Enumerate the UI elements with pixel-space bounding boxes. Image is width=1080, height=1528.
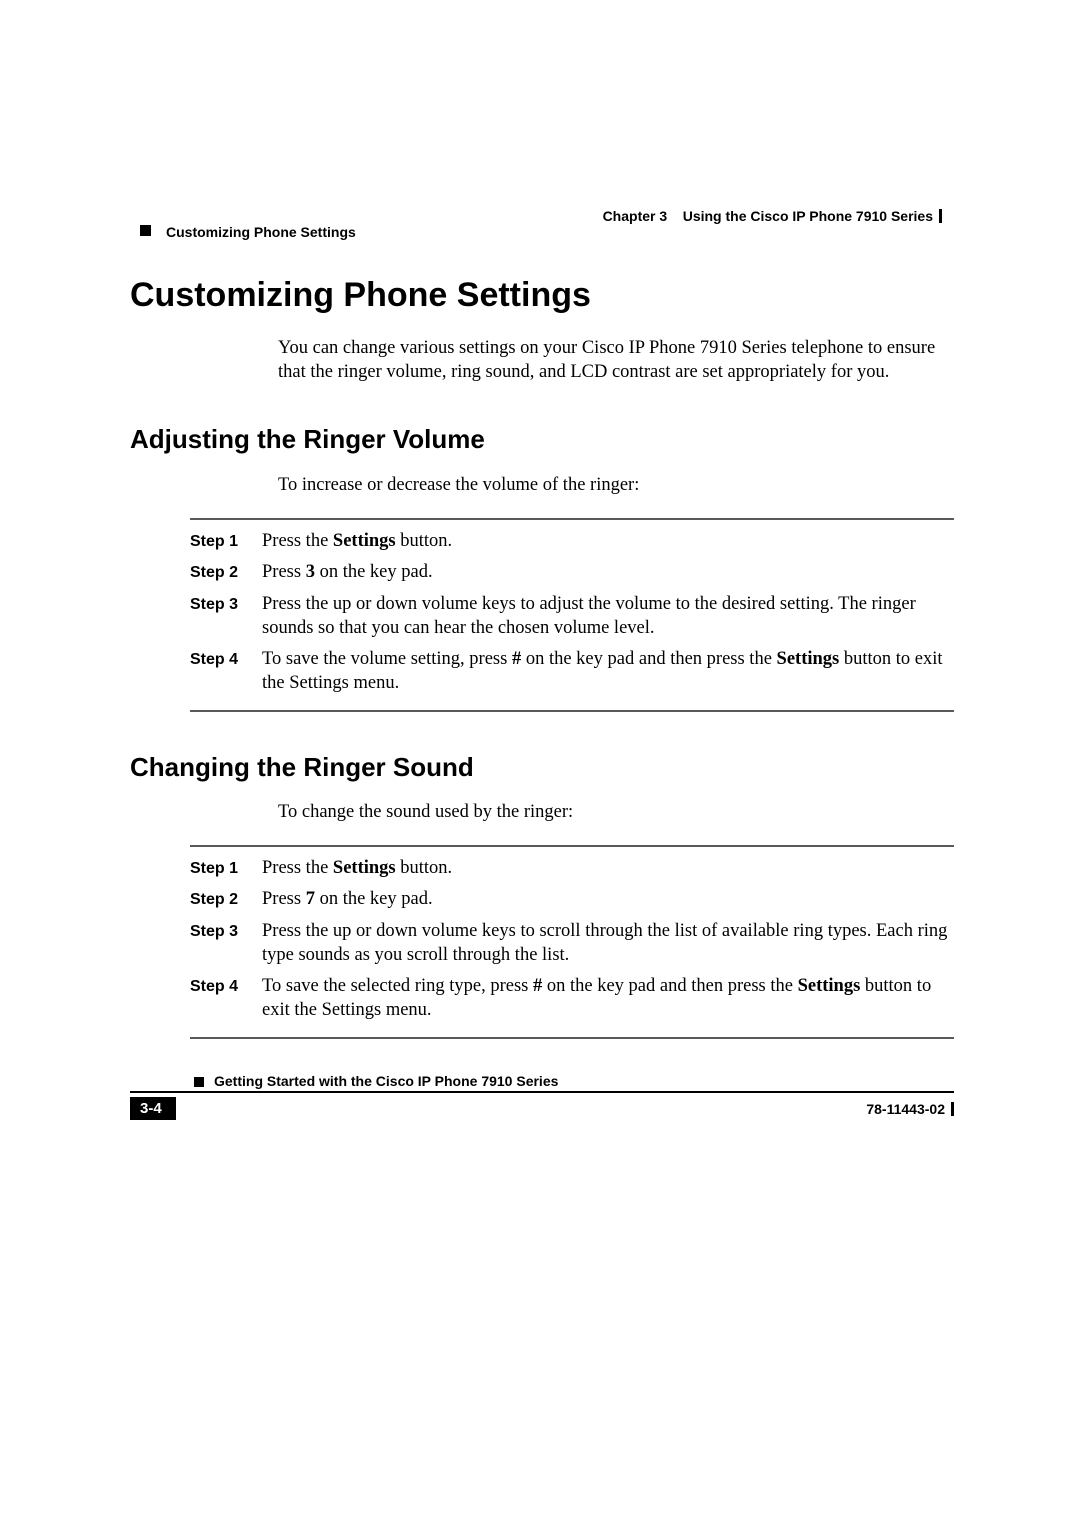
step-label: Step 2 <box>190 888 262 910</box>
step-text: To save the selected ring type, press # … <box>262 975 954 1022</box>
step-row: Step 3 Press the up or down volume keys … <box>190 920 954 967</box>
step-row: Step 3 Press the up or down volume keys … <box>190 593 954 640</box>
step-label: Step 1 <box>190 857 262 879</box>
rule-top <box>190 845 954 847</box>
square-bullet-icon <box>140 225 151 236</box>
footer-bar-icon <box>951 1102 954 1116</box>
content-area: Customizing Phone Settings You can chang… <box>130 276 954 1039</box>
document-page: Chapter 3 Using the Cisco IP Phone 7910 … <box>0 0 1080 1528</box>
section-lead: To increase or decrease the volume of th… <box>278 474 954 498</box>
step-row: Step 1 Press the Settings button. <box>190 857 954 881</box>
step-text: To save the volume setting, press # on t… <box>262 648 954 695</box>
header-bar-icon <box>939 209 942 223</box>
step-label: Step 3 <box>190 593 262 615</box>
page-number: 3-4 <box>130 1097 176 1120</box>
step-row: Step 4 To save the selected ring type, p… <box>190 975 954 1022</box>
step-row: Step 1 Press the Settings button. <box>190 530 954 554</box>
step-text: Press 3 on the key pad. <box>262 561 954 585</box>
rule-bottom <box>190 710 954 712</box>
footer-book-title: Getting Started with the Cisco IP Phone … <box>214 1073 558 1089</box>
header-chapter: Chapter 3 Using the Cisco IP Phone 7910 … <box>603 208 942 224</box>
intro-paragraph: You can change various settings on your … <box>278 337 954 384</box>
step-label: Step 3 <box>190 920 262 942</box>
header-section: Customizing Phone Settings <box>166 224 356 240</box>
chapter-title: Using the Cisco IP Phone 7910 Series <box>683 208 933 224</box>
page-footer: Getting Started with the Cisco IP Phone … <box>130 1073 954 1120</box>
document-number: 78-11443-02 <box>866 1101 954 1117</box>
step-label: Step 1 <box>190 530 262 552</box>
footer-bottom-row: 3-4 78-11443-02 <box>130 1097 954 1120</box>
step-row: Step 2 Press 7 on the key pad. <box>190 888 954 912</box>
step-row: Step 4 To save the volume setting, press… <box>190 648 954 695</box>
footer-title-row: Getting Started with the Cisco IP Phone … <box>130 1073 954 1093</box>
steps-block: Step 1 Press the Settings button. Step 2… <box>190 845 954 1039</box>
section-heading: Adjusting the Ringer Volume <box>130 424 954 455</box>
section-heading: Changing the Ringer Sound <box>130 752 954 783</box>
step-label: Step 2 <box>190 561 262 583</box>
step-text: Press 7 on the key pad. <box>262 888 954 912</box>
square-bullet-icon <box>194 1077 204 1087</box>
steps-block: Step 1 Press the Settings button. Step 2… <box>190 518 954 712</box>
step-label: Step 4 <box>190 648 262 670</box>
step-text: Press the Settings button. <box>262 857 954 881</box>
chapter-label: Chapter 3 <box>603 208 668 224</box>
step-text: Press the Settings button. <box>262 530 954 554</box>
step-text: Press the up or down volume keys to adju… <box>262 593 954 640</box>
rule-top <box>190 518 954 520</box>
step-row: Step 2 Press 3 on the key pad. <box>190 561 954 585</box>
step-text: Press the up or down volume keys to scro… <box>262 920 954 967</box>
page-title: Customizing Phone Settings <box>130 276 954 315</box>
section-lead: To change the sound used by the ringer: <box>278 801 954 825</box>
step-label: Step 4 <box>190 975 262 997</box>
rule-bottom <box>190 1037 954 1039</box>
